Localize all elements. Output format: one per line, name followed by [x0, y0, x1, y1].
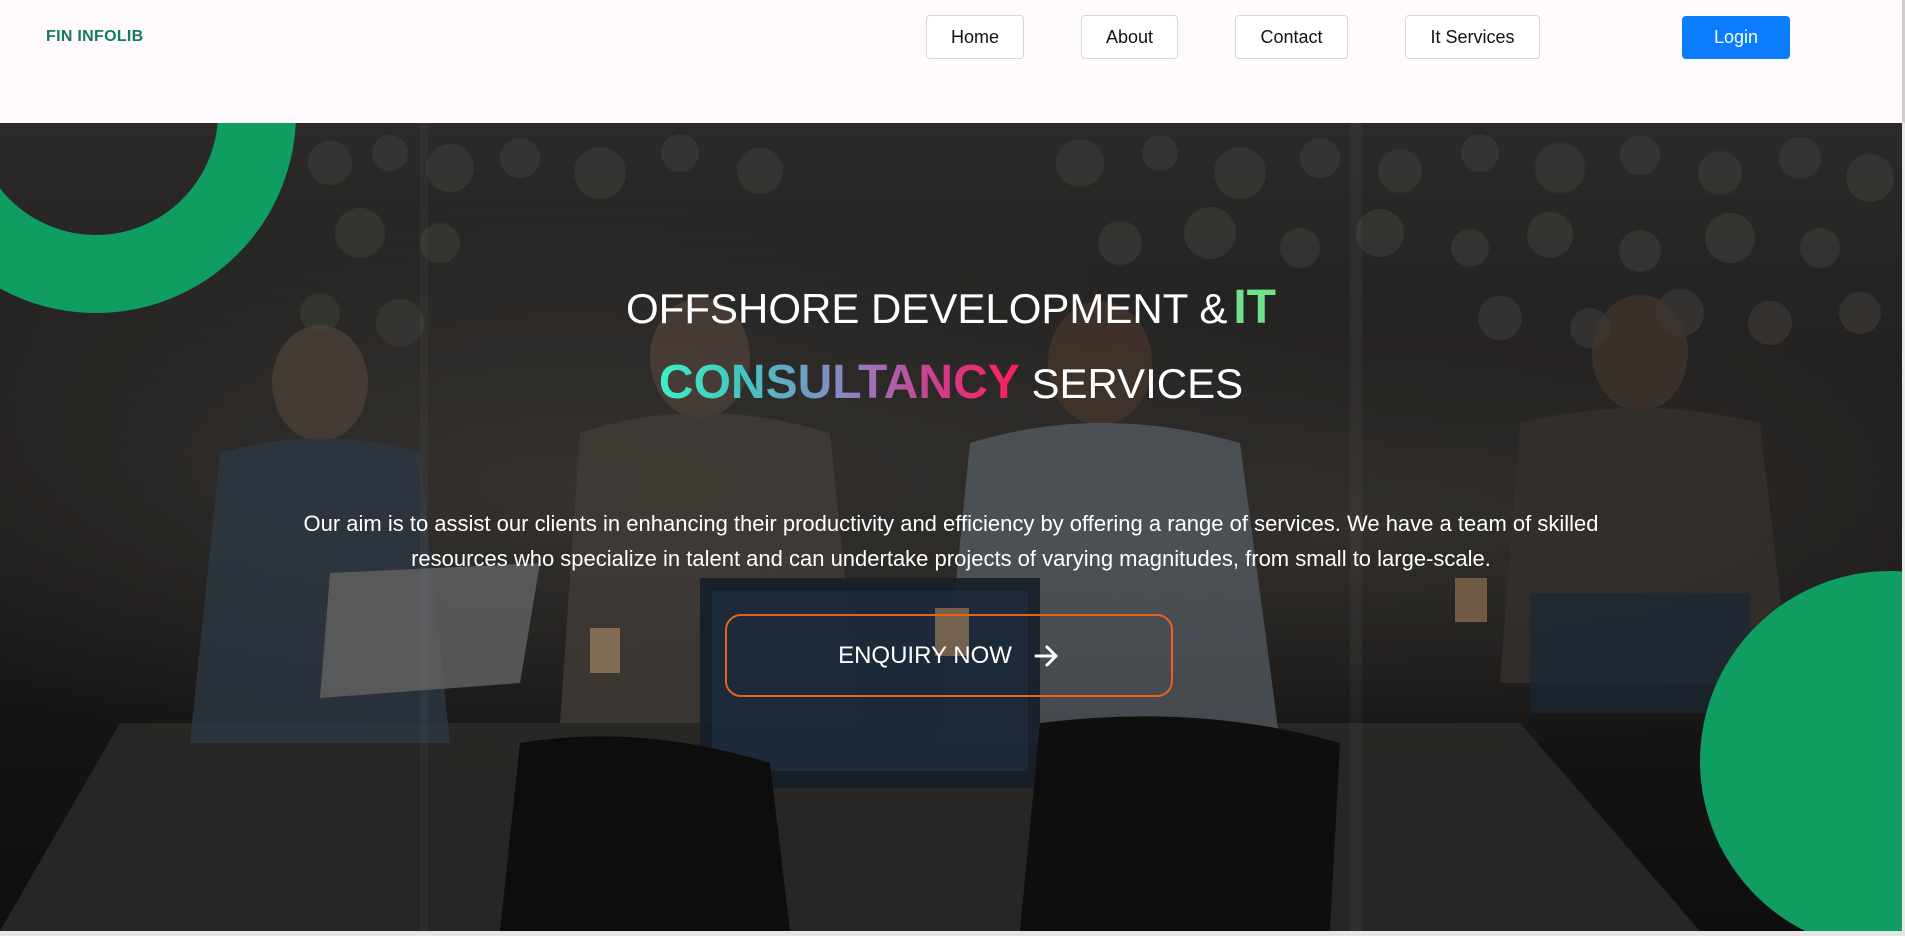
brand-logo[interactable]: FIN INFOLIB: [46, 28, 144, 46]
hero-section: OFFSHORE DEVELOPMENT & IT CONSULTANCY SER…: [0, 123, 1902, 931]
enquiry-now-label: ENQUIRY NOW: [838, 641, 1012, 669]
nav-contact-button[interactable]: Contact: [1235, 15, 1348, 59]
headline-line-2: CONSULTANCY SERVICES: [0, 346, 1902, 421]
page: FIN INFOLIB Home About Contact It Servic…: [0, 0, 1905, 936]
navbar: FIN INFOLIB Home About Contact It Servic…: [0, 0, 1905, 123]
headline-services: SERVICES: [1031, 360, 1244, 407]
headline-consultancy: CONSULTANCY: [658, 356, 1020, 409]
nav-about-button[interactable]: About: [1081, 15, 1178, 59]
login-button[interactable]: Login: [1682, 16, 1790, 59]
nav-home-button[interactable]: Home: [926, 15, 1024, 59]
nav-it-services-button[interactable]: It Services: [1405, 15, 1540, 59]
headline-it: IT: [1233, 281, 1276, 334]
page-bottom-strip: [0, 931, 1905, 936]
headline-part1: OFFSHORE DEVELOPMENT &: [626, 285, 1228, 332]
arrow-right-icon: [1034, 645, 1058, 666]
hero-description: Our aim is to assist our clients in enha…: [303, 511, 1599, 571]
hero-headline: OFFSHORE DEVELOPMENT & IT CONSULTANCY SER…: [0, 271, 1902, 421]
enquiry-now-button[interactable]: ENQUIRY NOW: [725, 614, 1173, 697]
headline-line-1: OFFSHORE DEVELOPMENT & IT: [0, 271, 1902, 346]
